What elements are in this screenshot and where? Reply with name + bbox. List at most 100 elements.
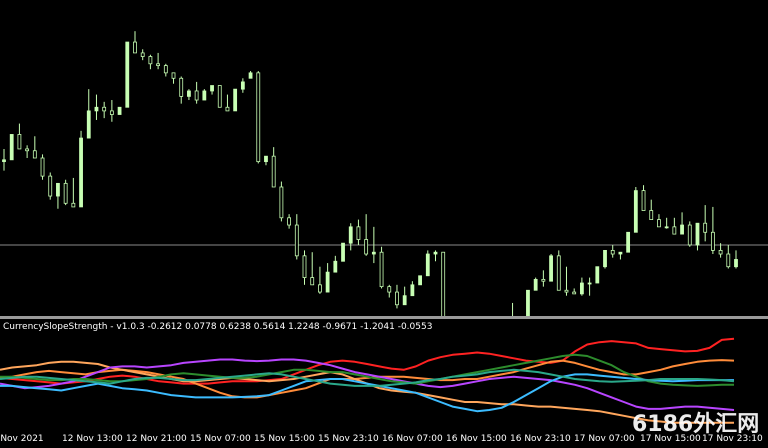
indicator-lines xyxy=(0,337,735,424)
candle-body xyxy=(533,278,538,291)
candle-body xyxy=(433,251,438,255)
time-tick-label: 15 Nov 23:10 xyxy=(318,434,379,444)
candle-body xyxy=(287,217,291,226)
candle-body xyxy=(94,106,99,112)
candle-body xyxy=(672,226,677,235)
time-tick-label: 15 Nov 07:00 xyxy=(190,434,251,444)
candle-body xyxy=(264,155,268,163)
time-tick-label: 16 Nov 07:00 xyxy=(382,434,443,444)
candles xyxy=(2,31,738,316)
indicator-line-3 xyxy=(0,358,735,411)
candle-body xyxy=(109,110,114,115)
candle-body xyxy=(248,72,253,79)
candle-body xyxy=(387,286,392,293)
time-tick-label: 17 Nov 07:00 xyxy=(574,434,635,444)
candle-body xyxy=(202,90,207,101)
candle-body xyxy=(171,72,176,79)
candle-body xyxy=(318,284,322,293)
candle-body xyxy=(187,90,191,97)
time-tick-label: 16 Nov 23:10 xyxy=(510,434,571,444)
candle-body xyxy=(425,253,430,277)
candle-body xyxy=(71,202,76,208)
candle-body xyxy=(371,251,376,255)
candle-body xyxy=(302,255,307,278)
candle-body xyxy=(410,284,415,297)
candle-body xyxy=(664,226,669,229)
candle-body xyxy=(710,231,715,251)
candle-body xyxy=(333,260,338,273)
candle-body xyxy=(418,275,422,286)
candle-body xyxy=(341,242,345,262)
candle-body xyxy=(194,90,199,101)
candle-body xyxy=(549,255,553,282)
candle-body xyxy=(649,210,654,221)
time-tick-label: 12 Nov 21:00 xyxy=(126,434,187,444)
candle-body xyxy=(395,291,399,306)
candle-body xyxy=(556,255,561,291)
candle-body xyxy=(48,175,53,197)
candle-body xyxy=(641,190,646,211)
candle-body xyxy=(86,110,91,139)
candle-body xyxy=(140,52,145,57)
candle-body xyxy=(734,259,738,268)
candle-body xyxy=(526,289,530,316)
candle-body xyxy=(579,282,584,295)
candle-body xyxy=(595,266,600,284)
candle-body xyxy=(179,77,184,97)
candle-body xyxy=(233,88,238,112)
candle-body xyxy=(310,277,315,286)
time-tick-label: 12 Nov 13:00 xyxy=(62,434,123,444)
candle-body xyxy=(695,222,700,246)
candle-body xyxy=(2,159,6,163)
candle-body xyxy=(40,157,45,177)
candle-body xyxy=(56,182,60,197)
candle-body xyxy=(718,249,723,255)
candle-body xyxy=(133,41,137,54)
candle-body xyxy=(726,253,731,268)
candle-body xyxy=(163,65,168,74)
candle-body xyxy=(703,222,708,233)
candle-body xyxy=(63,182,68,204)
candle-body xyxy=(402,295,407,306)
candle-body xyxy=(657,219,661,228)
candle-body xyxy=(79,137,83,208)
candle-body xyxy=(32,150,37,159)
candle-body xyxy=(564,289,569,293)
candle-body xyxy=(156,63,161,66)
candle-body xyxy=(379,251,384,288)
candle-body xyxy=(117,106,122,115)
candle-body xyxy=(356,226,361,240)
candle-body xyxy=(294,224,299,257)
candle-body xyxy=(125,41,130,108)
candle-body xyxy=(279,186,284,219)
candle-body xyxy=(348,226,353,244)
candle-body xyxy=(9,134,14,161)
candle-body xyxy=(325,271,330,293)
candle-body xyxy=(17,134,22,150)
candle-body xyxy=(225,106,230,112)
time-tick-label: 15 Nov 15:00 xyxy=(254,434,315,444)
candle-body xyxy=(364,239,369,255)
candle-body xyxy=(687,224,692,246)
candle-body xyxy=(680,224,684,235)
indicator-line-5 xyxy=(0,373,734,413)
candle-body xyxy=(25,148,30,152)
candle-body xyxy=(587,282,592,285)
candle-body xyxy=(610,249,615,255)
time-tick-label: 12 Nov 2021 xyxy=(0,434,44,444)
candle-body xyxy=(256,72,261,163)
watermark: 6186外汇网 xyxy=(632,412,760,437)
price-chart[interactable] xyxy=(0,0,768,316)
time-tick-label: 16 Nov 15:00 xyxy=(446,434,507,444)
candle-body xyxy=(626,231,631,253)
candle-body xyxy=(572,291,577,295)
candle-body xyxy=(271,155,276,188)
candle-body xyxy=(210,85,214,92)
candle-body xyxy=(618,251,623,255)
candle-body xyxy=(148,56,153,65)
candle-body xyxy=(217,85,222,108)
indicator-label: CurrencySlopeStrength - v1.0.3 -0.2612 0… xyxy=(3,322,433,332)
candle-body xyxy=(603,249,607,268)
candle-body xyxy=(633,190,638,233)
candle-body xyxy=(441,251,446,316)
